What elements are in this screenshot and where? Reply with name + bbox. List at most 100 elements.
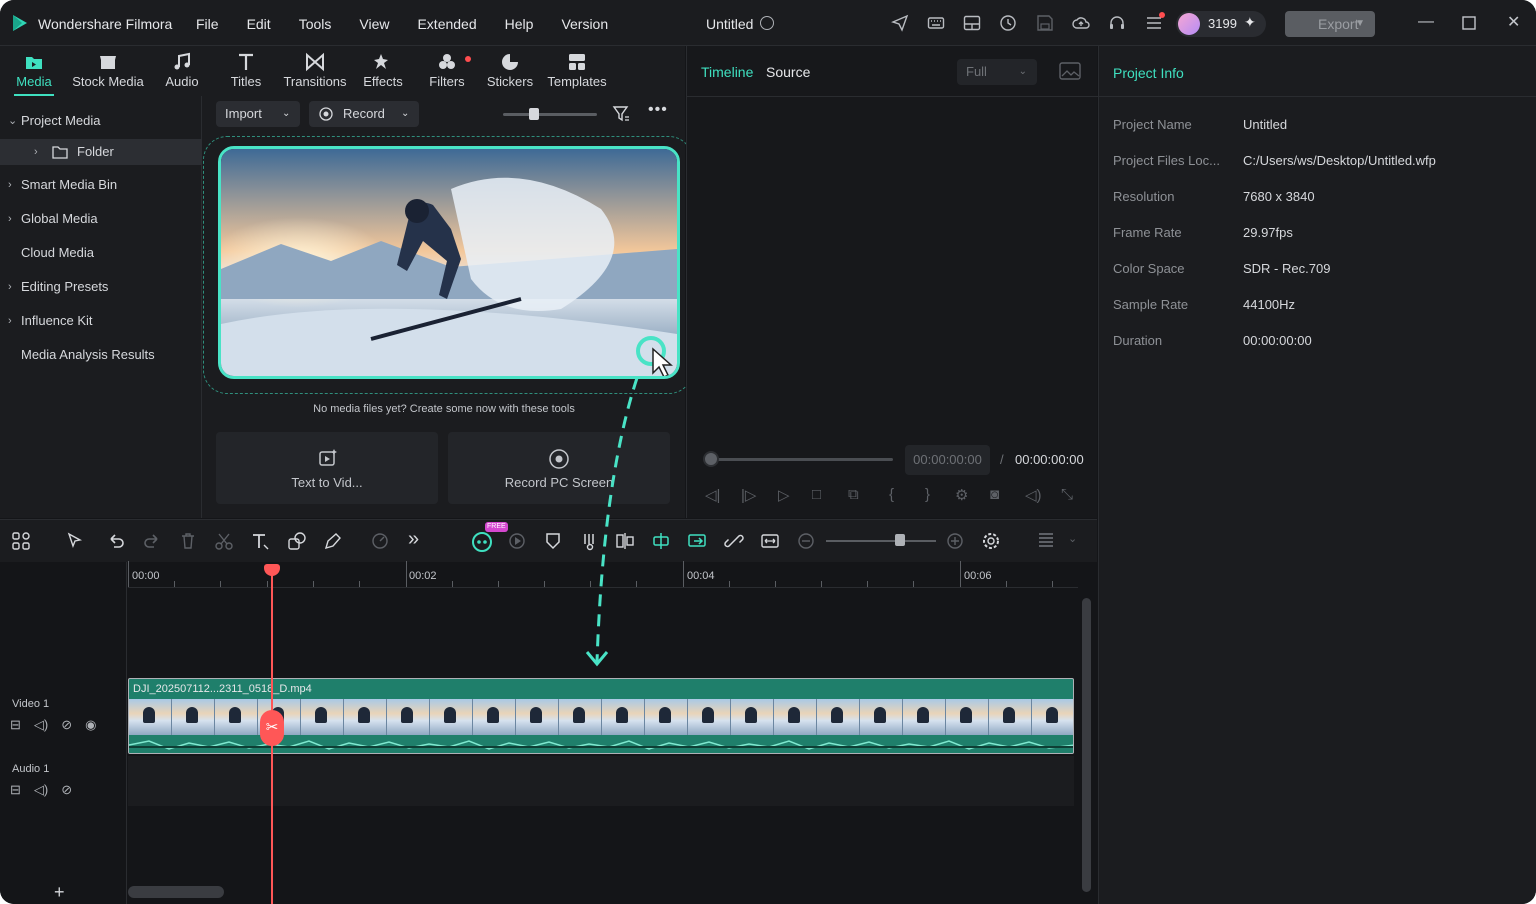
redo-icon[interactable] xyxy=(142,531,162,551)
horizontal-scrollbar[interactable] xyxy=(128,886,224,898)
snap-icon[interactable] xyxy=(651,531,671,551)
tree-smart-media-bin[interactable]: › Smart Media Bin xyxy=(0,172,202,198)
zoom-slider[interactable] xyxy=(826,540,936,542)
tree-project-media[interactable]: ⌄ Project Media xyxy=(0,108,202,134)
previous-frame-icon[interactable]: ◁| xyxy=(705,486,720,504)
chevron-down-icon[interactable]: ⌄ xyxy=(1068,532,1077,545)
zoom-out-icon[interactable] xyxy=(796,531,816,551)
maximize-icon[interactable] xyxy=(1462,16,1476,30)
undo-icon[interactable] xyxy=(106,531,126,551)
current-time[interactable]: 00:00:00:00 xyxy=(905,445,990,475)
preview-progress-bar[interactable] xyxy=(709,458,893,461)
zoom-in-icon[interactable] xyxy=(945,531,965,551)
mark-in-icon[interactable]: { xyxy=(889,486,894,503)
menu-extended[interactable]: Extended xyxy=(417,16,476,32)
tab-timeline-preview[interactable]: Timeline xyxy=(701,64,753,80)
tree-cloud-media[interactable]: Cloud Media xyxy=(0,240,202,266)
preview-quality-select[interactable]: Full ⌄ xyxy=(957,59,1037,85)
layout-icon[interactable] xyxy=(963,14,981,32)
menu-version[interactable]: Version xyxy=(561,16,608,32)
record-button[interactable]: Record ⌄ xyxy=(309,101,419,127)
camera-snapshot-icon[interactable]: ◙ xyxy=(990,486,999,503)
tab-filters[interactable]: Filters xyxy=(424,52,470,89)
fit-timeline-icon[interactable] xyxy=(760,531,780,551)
vertical-scrollbar[interactable] xyxy=(1082,598,1091,892)
tab-stickers[interactable]: Stickers xyxy=(486,52,534,89)
save-icon[interactable] xyxy=(1036,14,1054,32)
cloud-upload-icon[interactable] xyxy=(1072,14,1090,32)
export-button[interactable]: Export ▼ xyxy=(1285,11,1375,37)
keyboard-icon[interactable] xyxy=(927,14,945,32)
tab-audio[interactable]: Audio xyxy=(160,52,204,89)
more-options-icon[interactable]: ••• xyxy=(648,101,668,119)
menu-help[interactable]: Help xyxy=(505,16,534,32)
ai-robot-icon[interactable] xyxy=(470,529,494,553)
tab-stock-media[interactable]: Stock Media xyxy=(68,52,148,89)
expand-icon[interactable]: ⤡ xyxy=(1061,486,1073,503)
eye-icon[interactable]: ◉ xyxy=(85,717,96,733)
tab-effects[interactable]: Effects xyxy=(360,52,406,89)
image-snapshot-icon[interactable] xyxy=(1059,62,1081,80)
tab-transitions[interactable]: Transitions xyxy=(280,52,350,89)
folder-lock-icon[interactable]: ⊟ xyxy=(10,717,21,733)
speed-ramp-icon[interactable] xyxy=(370,531,390,551)
shield-mark-icon[interactable] xyxy=(543,531,563,551)
menu-tools[interactable]: Tools xyxy=(299,16,332,32)
text-tool-icon[interactable] xyxy=(250,531,270,551)
media-thumbnail[interactable] xyxy=(218,146,680,379)
close-icon[interactable]: ✕ xyxy=(1507,12,1520,32)
play-icon[interactable]: ▷ xyxy=(778,486,790,504)
mark-out-icon[interactable]: } xyxy=(925,486,930,503)
menu-file[interactable]: File xyxy=(196,16,219,32)
crop-shape-icon[interactable] xyxy=(287,531,307,551)
pen-tool-icon[interactable] xyxy=(323,531,343,551)
select-tool-icon[interactable] xyxy=(65,531,85,551)
scissors-icon[interactable] xyxy=(214,531,234,551)
thumbnail-size-slider[interactable] xyxy=(503,113,597,116)
layout-grid-icon[interactable] xyxy=(11,531,31,551)
filter-icon[interactable] xyxy=(612,105,630,123)
motion-track-icon[interactable] xyxy=(507,531,527,551)
import-button[interactable]: Import ⌄ xyxy=(216,101,300,127)
tab-source-preview[interactable]: Source xyxy=(766,64,810,80)
volume-icon[interactable]: ◁) xyxy=(1025,486,1042,504)
settings-icon[interactable]: ⚙ xyxy=(955,486,968,504)
mute-off-icon[interactable]: ⊘ xyxy=(61,717,72,733)
volume-icon[interactable]: ◁) xyxy=(34,782,48,798)
tree-folder[interactable]: › Folder xyxy=(0,139,202,165)
delete-icon[interactable] xyxy=(178,531,198,551)
tab-media[interactable]: Media xyxy=(12,52,56,96)
credits-badge[interactable]: 3199 ✦ xyxy=(1176,11,1266,37)
playhead-split-button[interactable]: ✂ xyxy=(260,710,284,746)
mute-off-icon[interactable]: ⊘ xyxy=(61,782,72,798)
stop-icon[interactable]: □ xyxy=(812,486,821,503)
fullscreen-preview-icon[interactable]: ⧉ xyxy=(848,486,859,503)
send-icon[interactable] xyxy=(891,14,909,32)
zoom-slider-handle[interactable] xyxy=(895,534,905,546)
progress-handle[interactable] xyxy=(703,451,719,467)
tree-influence-kit[interactable]: › Influence Kit xyxy=(0,308,202,334)
tree-media-analysis-results[interactable]: Media Analysis Results xyxy=(0,342,202,368)
tree-global-media[interactable]: › Global Media xyxy=(0,206,202,232)
history-icon[interactable] xyxy=(999,14,1017,32)
headset-support-icon[interactable] xyxy=(1108,14,1126,32)
menu-edit[interactable]: Edit xyxy=(247,16,271,32)
audio-track-lane[interactable] xyxy=(128,756,1074,806)
tab-titles[interactable]: Titles xyxy=(224,52,268,89)
avatar[interactable] xyxy=(1178,13,1200,35)
more-tools-icon[interactable]: » xyxy=(408,528,419,551)
unlink-icon[interactable] xyxy=(724,531,744,551)
folder-lock-icon[interactable]: ⊟ xyxy=(10,782,21,798)
text-to-video-tool[interactable]: Text to Vid... xyxy=(216,432,438,504)
auto-ripple-icon[interactable] xyxy=(687,531,709,551)
menu-view[interactable]: View xyxy=(359,16,389,32)
minimize-icon[interactable]: — xyxy=(1418,13,1434,31)
slider-handle[interactable] xyxy=(529,108,539,120)
track-options-icon[interactable] xyxy=(1036,531,1056,551)
next-frame-icon[interactable]: |▷ xyxy=(741,486,756,504)
gear-icon[interactable] xyxy=(981,531,1001,551)
media-drop-zone[interactable] xyxy=(203,136,693,394)
volume-icon[interactable]: ◁) xyxy=(34,717,48,733)
tree-editing-presets[interactable]: › Editing Presets xyxy=(0,274,202,300)
tab-templates[interactable]: Templates xyxy=(546,52,608,89)
